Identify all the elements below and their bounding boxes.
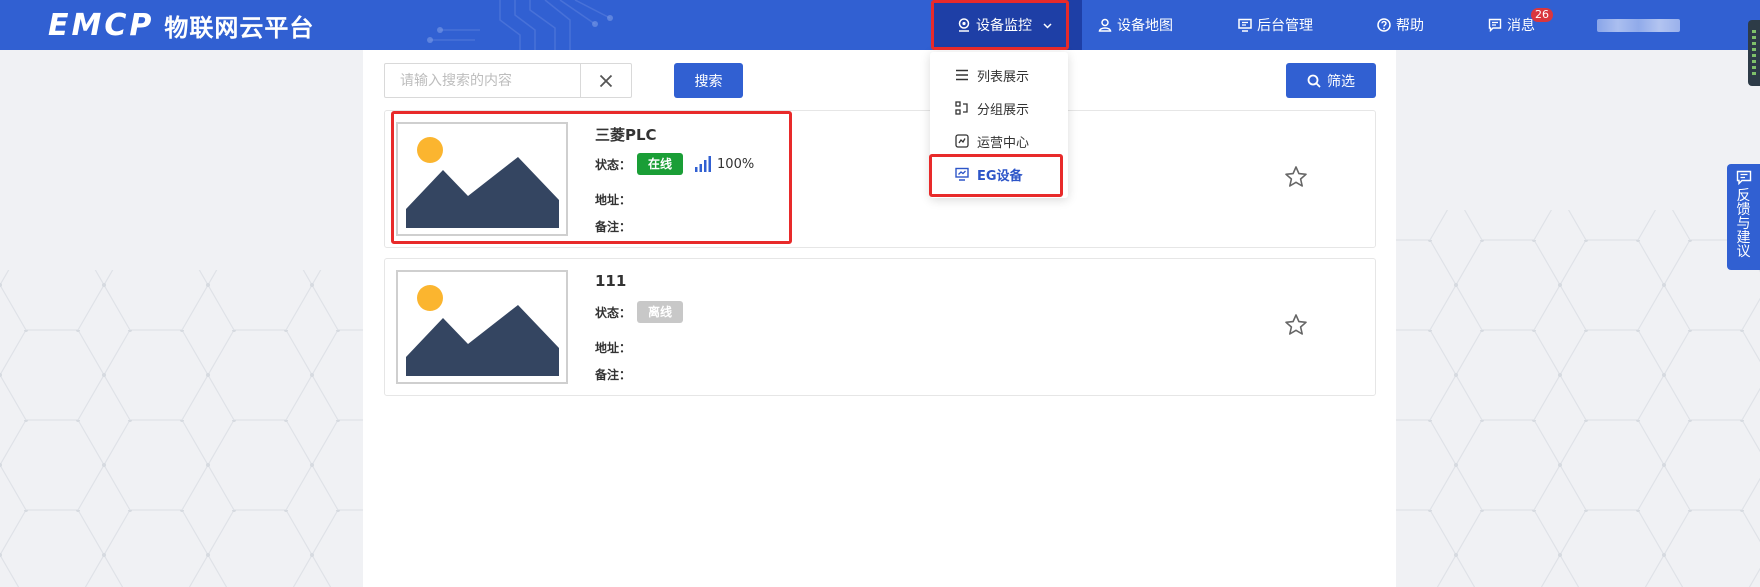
device-status-row: 状态： 在线 100%: [595, 153, 754, 175]
nav-device-map-label: 设备地图: [1117, 18, 1173, 34]
user-account[interactable]: [1597, 19, 1680, 32]
nav-help[interactable]: 帮助: [1377, 0, 1424, 50]
filter-button[interactable]: 筛选: [1286, 63, 1376, 98]
search-input[interactable]: [385, 64, 580, 97]
circuit-decoration: [427, 0, 613, 50]
device-image-placeholder: [396, 270, 568, 384]
device-note-row: 备注：: [595, 366, 631, 383]
signal-strength: 100%: [694, 156, 754, 172]
note-label: 备注：: [595, 220, 632, 234]
group-icon: [955, 101, 968, 115]
dropdown-item-group-view[interactable]: 分组展示: [955, 98, 1029, 118]
nav-device-map[interactable]: 设备地图: [1098, 0, 1173, 50]
device-name: 三菱PLC: [595, 126, 657, 144]
clear-search-button[interactable]: [580, 64, 631, 97]
nav-admin[interactable]: 后台管理: [1238, 0, 1313, 50]
status-badge: 在线: [637, 153, 684, 175]
device-monitor-dropdown: 列表展示 分组展示 运营中心 EG设备: [930, 52, 1068, 198]
image-placeholder-icon: [406, 285, 559, 376]
device-card[interactable]: 三菱PLC 状态： 在线 100% 地址： 备注：: [384, 110, 1376, 248]
chevron-down-icon: [1043, 22, 1052, 29]
dropdown-item-label: 运营中心: [977, 135, 1030, 151]
signal-bars-icon: [695, 156, 712, 172]
signal-value: 100%: [717, 156, 755, 172]
main-panel: 搜索 筛选 三菱PLC 状态： 在线: [363, 50, 1396, 587]
monitor-icon: [1238, 18, 1252, 32]
image-placeholder-icon: [406, 137, 559, 228]
device-address-row: 地址：: [595, 339, 631, 356]
location-icon: [958, 18, 970, 32]
device-status-row: 状态： 离线: [595, 301, 684, 323]
dropdown-item-label: 分组展示: [977, 102, 1030, 118]
nav-messages[interactable]: 消息 26: [1488, 0, 1553, 50]
dropdown-item-eg-device[interactable]: EG设备: [955, 164, 1023, 184]
dropdown-item-list-view[interactable]: 列表展示: [955, 65, 1029, 85]
logo-brand: EMCP: [48, 7, 155, 43]
status-label: 状态：: [595, 157, 632, 172]
address-label: 地址：: [595, 193, 632, 207]
logo[interactable]: EMCP 物联网云平台: [48, 7, 315, 43]
feedback-tab[interactable]: 反馈与建议: [1727, 164, 1760, 270]
dropdown-item-ops-center[interactable]: 运营中心: [955, 131, 1029, 151]
top-header: EMCP 物联网云平台 设备监控 设备地图 后台管理 帮助 消息 26: [0, 0, 1760, 50]
dropdown-item-label: 列表展示: [977, 69, 1030, 85]
favorite-star-icon[interactable]: [1284, 313, 1308, 337]
nav-admin-label: 后台管理: [1257, 18, 1313, 34]
note-label: 备注：: [595, 368, 632, 382]
favorite-star-icon[interactable]: [1284, 165, 1308, 189]
close-icon: [599, 74, 613, 87]
feedback-label: 反馈与建议: [1736, 188, 1751, 260]
help-icon: [1377, 18, 1391, 32]
nav-device-monitor[interactable]: 设备监控: [933, 0, 1082, 50]
dashboard-icon: [955, 134, 969, 148]
filter-button-label: 筛选: [1327, 73, 1355, 90]
device-address-row: 地址：: [595, 191, 631, 208]
nav-help-label: 帮助: [1396, 18, 1424, 34]
list-icon: [956, 69, 968, 81]
side-widget[interactable]: [1748, 20, 1760, 86]
message-icon: [1488, 18, 1502, 32]
device-note-row: 备注：: [595, 218, 631, 235]
platform-name: 物联网云平台: [164, 13, 315, 42]
device-image-placeholder: [396, 122, 568, 236]
device-card[interactable]: 111 状态： 离线 地址： 备注：: [384, 258, 1376, 396]
search-button[interactable]: 搜索: [674, 63, 743, 98]
search-icon: [1307, 74, 1321, 88]
search-box: [384, 63, 632, 98]
eg-device-icon: [955, 167, 969, 181]
dropdown-item-label: EG设备: [977, 168, 1023, 184]
nav-device-monitor-label: 设备监控: [976, 18, 1032, 34]
user-pin-icon: [1098, 18, 1112, 32]
device-name: 111: [595, 272, 627, 290]
feedback-icon: [1736, 170, 1751, 185]
status-badge: 离线: [637, 301, 684, 323]
message-count-badge: 26: [1531, 8, 1553, 22]
address-label: 地址：: [595, 341, 632, 355]
status-label: 状态：: [595, 305, 632, 320]
